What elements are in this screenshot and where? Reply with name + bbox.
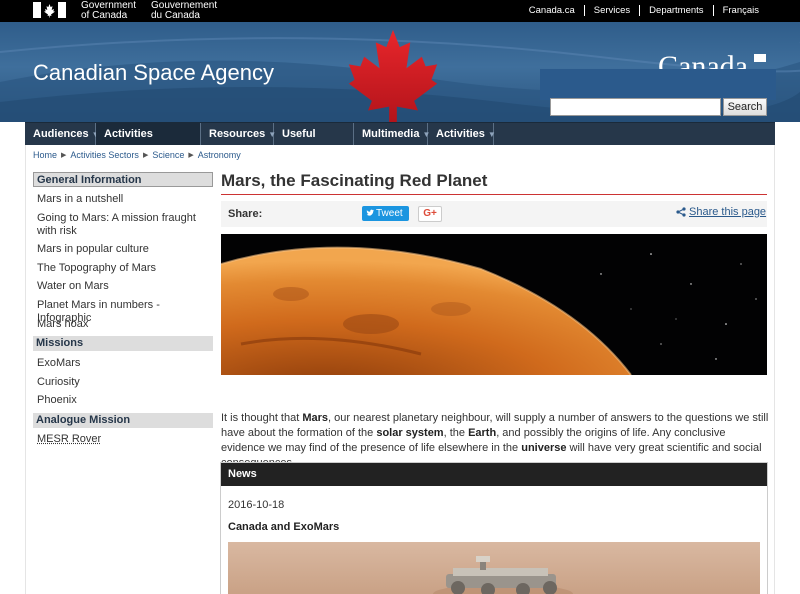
chevron-right-icon: ▶ xyxy=(61,151,66,159)
dropdown-caret-icon: ▼ xyxy=(488,130,496,139)
menu-useful-links[interactable]: Useful Links▼ xyxy=(274,123,354,145)
intro-bold-mars: Mars xyxy=(302,412,328,424)
share-this-page-label: Share this page xyxy=(689,206,766,218)
title-divider xyxy=(221,194,767,195)
mars-hero-image xyxy=(221,234,767,375)
breadcrumb: Home ▶ Activities Sectors ▶ Science ▶ As… xyxy=(33,150,241,160)
tweet-button[interactable]: Tweet xyxy=(362,206,409,221)
search-button[interactable]: Search xyxy=(723,98,767,116)
menu-multimedia[interactable]: Multimedia ▼ xyxy=(354,123,428,145)
canada-ca-link[interactable]: Canada.ca xyxy=(520,5,584,16)
menu-activities-label: Activities xyxy=(436,128,485,140)
share-label: Share: xyxy=(228,208,262,220)
intro-bold-solar-system: solar system xyxy=(376,427,443,439)
sidebar-item-water[interactable]: Water on Mars xyxy=(37,280,209,293)
menu-audiences-label: Audiences xyxy=(33,128,89,140)
gov-en-line2: of Canada xyxy=(81,11,136,21)
exomars-rover-image xyxy=(228,542,760,594)
news-heading: News xyxy=(221,463,767,486)
breadcrumb-science[interactable]: Science xyxy=(152,150,184,160)
page-title: Mars, the Fascinating Red Planet xyxy=(221,171,487,191)
menu-audiences[interactable]: Audiences▼ xyxy=(25,123,96,145)
main-menu: Audiences▼ Activities Sectors▼ Resources… xyxy=(25,122,775,145)
share-this-page-link[interactable]: Share this page xyxy=(676,206,766,218)
wordmark-flag-icon xyxy=(754,54,766,62)
breadcrumb-activities-sectors[interactable]: Activities Sectors xyxy=(70,150,139,160)
maple-leaf-icon xyxy=(345,26,441,122)
google-plus-button[interactable]: G+ xyxy=(418,206,442,222)
sidebar-heading-general[interactable]: General Information xyxy=(33,172,213,187)
menu-resources[interactable]: Resources ▼ xyxy=(201,123,274,145)
sidebar-item-phoenix[interactable]: Phoenix xyxy=(37,394,209,407)
federal-identity-bar: Government of Canada Gouvernement du Can… xyxy=(0,0,800,22)
news-item-title[interactable]: Canada and ExoMars xyxy=(228,521,339,533)
rover-illustration xyxy=(228,542,760,594)
share-icon xyxy=(676,207,686,217)
twitter-bird-icon xyxy=(366,209,374,217)
chevron-right-icon: ▶ xyxy=(188,151,193,159)
breadcrumb-home[interactable]: Home xyxy=(33,150,57,160)
news-panel: News 2016-10-18 Canada and ExoMars xyxy=(220,462,768,594)
sidebar-heading-missions[interactable]: Missions xyxy=(33,336,213,351)
menu-multimedia-label: Multimedia xyxy=(362,128,419,140)
search-container xyxy=(540,69,776,100)
sidebar-item-exomars[interactable]: ExoMars xyxy=(37,357,209,370)
news-date: 2016-10-18 xyxy=(228,499,284,511)
chevron-right-icon: ▶ xyxy=(143,151,148,159)
mars-planet-illustration xyxy=(221,234,767,375)
top-links: Canada.ca Services Departments Français xyxy=(520,5,768,16)
breadcrumb-astronomy[interactable]: Astronomy xyxy=(198,150,241,160)
menu-activities-sectors[interactable]: Activities Sectors▼ xyxy=(96,123,201,145)
intro-bold-universe: universe xyxy=(521,442,566,454)
sidebar-item-mars-nutshell[interactable]: Mars in a nutshell xyxy=(37,193,209,206)
gov-fr-line2: du Canada xyxy=(151,11,217,21)
gouvernement-du-canada-label[interactable]: Gouvernement du Canada xyxy=(151,1,217,21)
sidebar-heading-analogue[interactable]: Analogue Mission xyxy=(33,413,213,428)
sidebar-item-mesr-rover[interactable]: MESR Rover xyxy=(37,433,209,446)
services-link[interactable]: Services xyxy=(584,5,639,16)
sidebar-item-going-to-mars[interactable]: Going to Mars: A mission fraught with ri… xyxy=(37,212,209,238)
intro-bold-earth: Earth xyxy=(468,427,496,439)
intro-text-3: , the xyxy=(444,427,468,439)
canada-flag-icon xyxy=(33,2,66,18)
sidebar-item-mars-hoax[interactable]: Mars hoax xyxy=(37,318,209,331)
site-title[interactable]: Canadian Space Agency xyxy=(33,60,274,86)
tweet-label: Tweet xyxy=(376,208,403,219)
menu-resources-label: Resources xyxy=(209,128,265,140)
search-input[interactable] xyxy=(550,98,721,116)
intro-text-1: It is thought that xyxy=(221,412,302,424)
francais-link[interactable]: Français xyxy=(713,5,768,16)
government-of-canada-label[interactable]: Government of Canada xyxy=(81,1,136,21)
sidebar-item-topography[interactable]: The Topography of Mars xyxy=(37,262,209,275)
sidebar-item-popular-culture[interactable]: Mars in popular culture xyxy=(37,243,209,256)
departments-link[interactable]: Departments xyxy=(639,5,712,16)
sidebar-item-curiosity[interactable]: Curiosity xyxy=(37,376,209,389)
menu-activities[interactable]: Activities ▼ xyxy=(428,123,494,145)
